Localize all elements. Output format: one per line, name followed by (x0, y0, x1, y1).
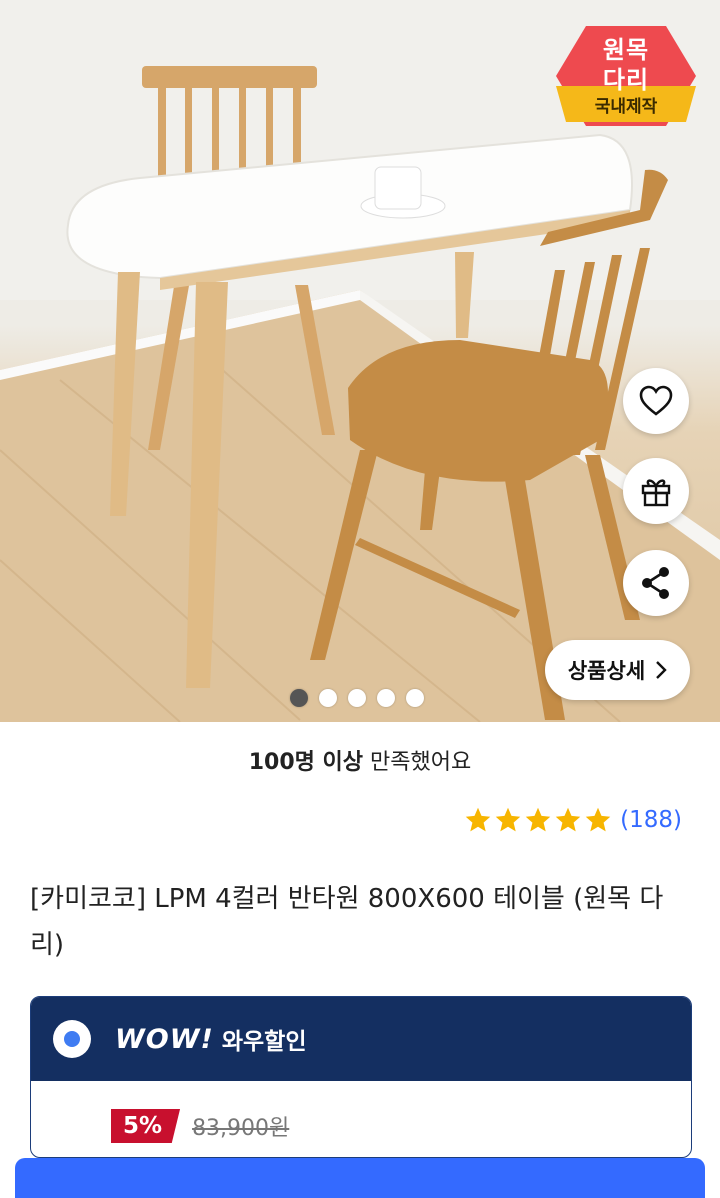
product-detail-label: 상품상세 (567, 659, 646, 683)
gift-button[interactable] (623, 458, 689, 524)
carousel-dot[interactable] (290, 689, 308, 707)
satisfaction-rest: 만족했어요 (363, 750, 472, 775)
star-icon (555, 807, 581, 832)
satisfaction-count: 100명 이상 (248, 750, 364, 775)
satisfaction-text: 100명 이상 만족했어요 (0, 744, 720, 776)
carousel-dot[interactable] (319, 689, 337, 707)
product-title: [카미코코] LPM 4컬러 반타원 800X600 테이블 (원목 다리) (30, 884, 664, 960)
carousel-dot[interactable] (377, 689, 395, 707)
share-button[interactable] (623, 550, 689, 616)
wow-radio-button[interactable] (53, 1020, 91, 1058)
radio-selected-dot (64, 1031, 80, 1047)
bottom-action-button[interactable] (15, 1158, 705, 1198)
wow-discount-option[interactable]: WOW! 와우할인 5% 83,900원 (30, 996, 692, 1158)
gift-icon (641, 479, 671, 507)
badge-ribbon-text: 국내제작 (594, 97, 658, 117)
star-icon (465, 807, 491, 832)
badge-text-line2: 다리 (602, 66, 650, 94)
carousel-indicator (290, 689, 424, 707)
heart-icon (639, 385, 673, 416)
price-row: 5% 83,900원 (111, 1109, 289, 1143)
wood-legs-badge: 원목 다리 국내제작 (556, 26, 696, 126)
share-icon (642, 567, 669, 599)
chevron-right-icon (656, 661, 667, 679)
carousel-dot[interactable] (406, 689, 424, 707)
wow-discount-label: 와우할인 (221, 1029, 307, 1055)
review-count-link[interactable]: (188) (620, 807, 682, 833)
product-image-carousel[interactable]: 원목 다리 국내제작 상품상세 (0, 0, 720, 722)
product-detail-button[interactable]: 상품상세 (545, 640, 690, 700)
original-price: 83,900원 (192, 1116, 290, 1141)
wow-logo: WOW! (115, 1023, 214, 1055)
carousel-dot[interactable] (348, 689, 366, 707)
wishlist-button[interactable] (623, 368, 689, 434)
star-icon (585, 807, 611, 832)
star-icon (525, 807, 551, 832)
product-rating[interactable]: (188) (464, 806, 682, 834)
wow-discount-header[interactable]: WOW! 와우할인 (31, 997, 691, 1081)
star-icon (495, 807, 521, 832)
discount-rate-badge: 5% (111, 1109, 181, 1143)
